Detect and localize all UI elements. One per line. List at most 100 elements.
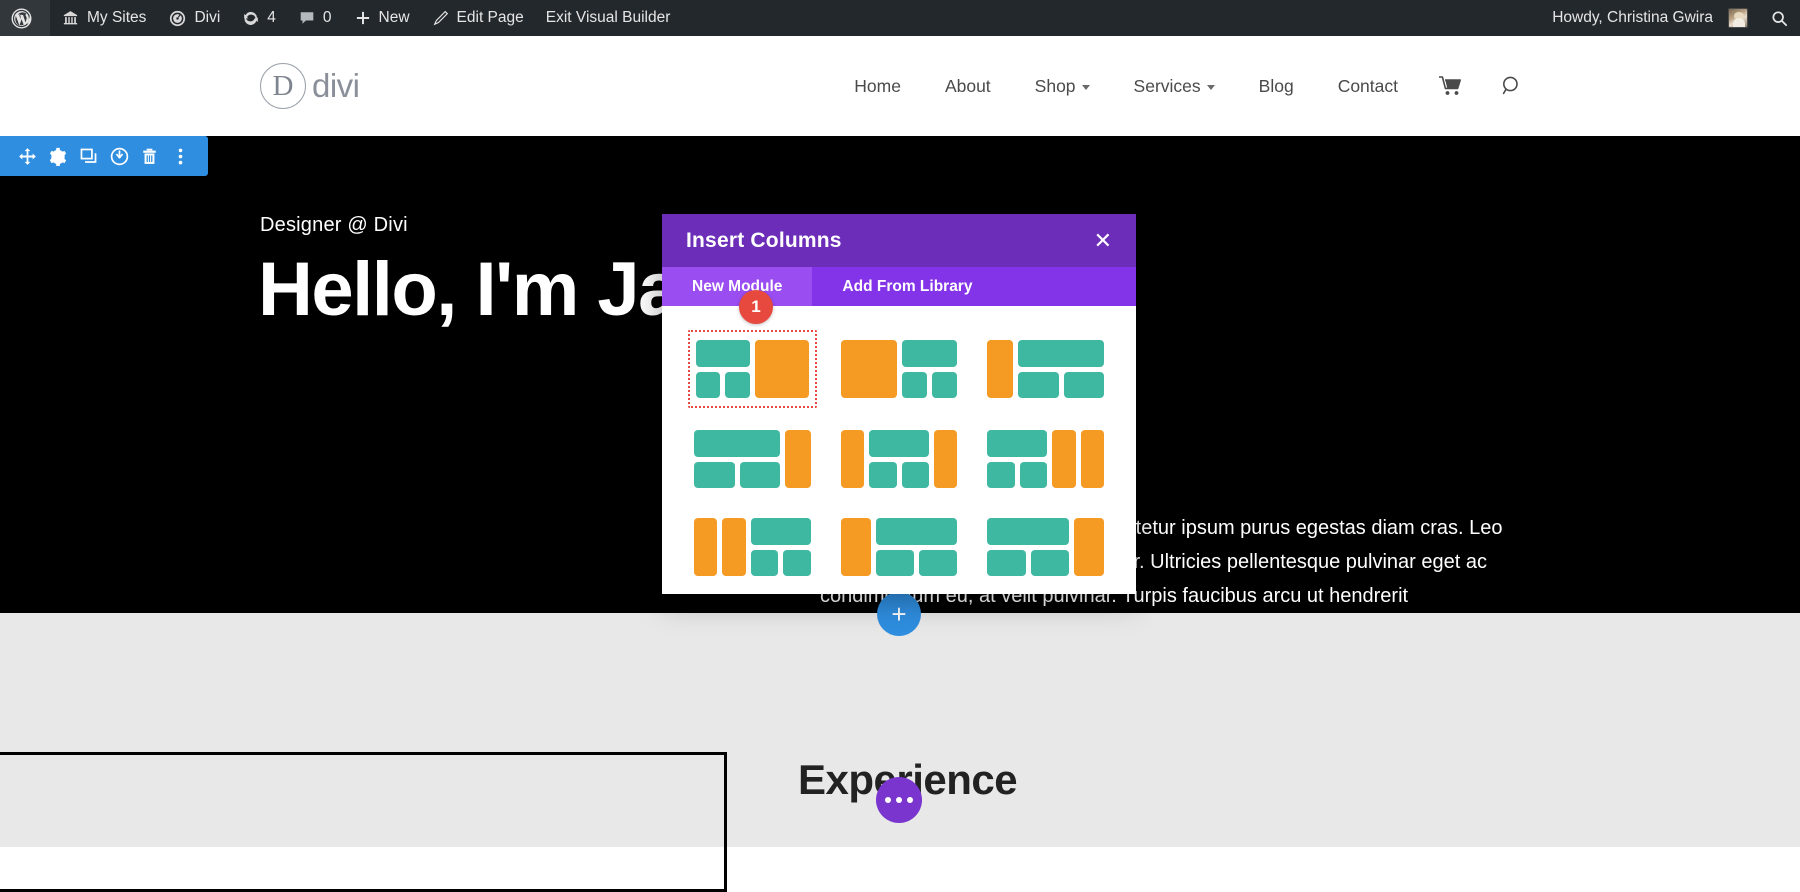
column-layout-option-7[interactable]	[688, 510, 817, 584]
content-outline-box	[0, 752, 727, 892]
updates-icon	[242, 9, 260, 27]
layout-row	[876, 550, 957, 577]
tab-add-from-library[interactable]: Add From Library	[812, 267, 1002, 306]
admin-bar-left-group: My Sites Divi 4 0 New	[0, 0, 681, 36]
layout-block-teal	[902, 372, 927, 399]
adminbar-item-updates[interactable]: 4	[231, 0, 287, 36]
row-settings-button[interactable]	[876, 777, 922, 823]
nav-item-contact[interactable]: Contact	[1316, 66, 1420, 106]
column-layout-option-9[interactable]	[981, 510, 1110, 584]
disable-icon[interactable]	[106, 143, 132, 169]
layout-block-teal	[902, 462, 930, 489]
divi-logo-mark: D	[260, 63, 306, 109]
adminbar-item-my-sites[interactable]: My Sites	[50, 0, 157, 36]
layout-preview	[987, 518, 1104, 576]
header-search-icon[interactable]	[1482, 74, 1542, 98]
layout-preview	[841, 340, 958, 398]
nav-label-blog: Blog	[1259, 76, 1294, 97]
adminbar-label-edit-page: Edit Page	[457, 9, 524, 27]
layout-block-orange	[1052, 430, 1075, 488]
tab-label-add-from-library: Add From Library	[842, 278, 972, 296]
nav-item-home[interactable]: Home	[832, 66, 923, 106]
cart-icon[interactable]	[1420, 75, 1482, 97]
layout-block-teal	[696, 340, 750, 367]
layout-block-teal	[987, 430, 1047, 457]
adminbar-search-button[interactable]	[1759, 0, 1800, 36]
layout-col	[987, 518, 1068, 576]
layout-block-teal	[1031, 550, 1069, 577]
layout-block-teal	[1018, 340, 1104, 367]
column-layout-option-8[interactable]	[835, 510, 964, 584]
layout-block-orange	[755, 340, 809, 398]
adminbar-item-edit-page[interactable]: Edit Page	[421, 0, 535, 36]
nav-label-contact: Contact	[1338, 76, 1398, 97]
move-handle-icon[interactable]	[14, 143, 40, 169]
layout-col	[987, 430, 1047, 488]
column-layout-option-4[interactable]	[688, 422, 817, 496]
nav-label-shop: Shop	[1035, 76, 1076, 97]
settings-gear-icon[interactable]	[45, 143, 71, 169]
layout-block-teal	[696, 372, 720, 399]
modal-tabs: New Module Add From Library	[662, 267, 1136, 306]
adminbar-label-comments-count: 0	[323, 9, 332, 27]
layout-block-teal	[869, 462, 897, 489]
column-layout-option-6[interactable]	[981, 422, 1110, 496]
adminbar-item-new[interactable]: New	[343, 0, 421, 36]
column-layout-option-3[interactable]	[981, 330, 1110, 408]
layout-col	[841, 430, 864, 488]
layout-block-teal	[1018, 372, 1059, 399]
dot-icon	[907, 797, 913, 803]
adminbar-item-comments[interactable]: 0	[287, 0, 343, 36]
adminbar-item-wordpress[interactable]	[0, 0, 50, 36]
layout-block-teal	[869, 430, 929, 457]
layout-block-orange	[841, 430, 864, 488]
modal-body: 1	[662, 306, 1136, 594]
column-layout-option-2[interactable]	[835, 330, 964, 408]
column-layout-option-5[interactable]	[835, 422, 964, 496]
add-row-button[interactable]: +	[877, 592, 921, 636]
layout-block-orange	[694, 518, 717, 576]
sites-icon	[61, 9, 80, 28]
layout-col	[694, 518, 717, 576]
adminbar-item-howdy[interactable]: Howdy, Christina Gwira	[1541, 0, 1759, 36]
layout-block-teal	[919, 550, 957, 577]
tab-new-module[interactable]: New Module	[662, 267, 812, 306]
layout-row	[1018, 372, 1104, 399]
tab-label-new-module: New Module	[692, 278, 782, 296]
layout-block-orange	[1074, 518, 1104, 576]
column-layout-option-1[interactable]	[688, 330, 817, 408]
layout-col	[841, 340, 897, 398]
layout-row	[902, 372, 958, 399]
delete-icon[interactable]	[137, 143, 163, 169]
divi-logo-text: divi	[312, 67, 360, 105]
main-navigation: Home About Shop Services Blog Contact	[832, 66, 1542, 106]
more-options-icon[interactable]	[168, 143, 194, 169]
layout-block-orange	[1081, 430, 1104, 488]
layout-block-teal	[694, 462, 735, 489]
dot-icon	[896, 797, 902, 803]
layout-block-teal	[987, 518, 1068, 545]
adminbar-item-exit-visual-builder[interactable]: Exit Visual Builder	[535, 0, 682, 36]
insert-columns-modal: Insert Columns ✕ New Module Add From Lib…	[662, 214, 1136, 594]
chevron-down-icon	[1207, 85, 1215, 90]
adminbar-label-divi: Divi	[194, 9, 220, 27]
nav-item-services[interactable]: Services	[1112, 66, 1237, 106]
adminbar-item-divi[interactable]: Divi	[157, 0, 231, 36]
duplicate-icon[interactable]	[76, 143, 102, 169]
nav-item-about[interactable]: About	[923, 66, 1013, 106]
layout-row	[696, 372, 750, 399]
nav-item-blog[interactable]: Blog	[1237, 66, 1316, 106]
layout-block-teal	[694, 430, 780, 457]
close-icon[interactable]: ✕	[1094, 230, 1112, 252]
admin-bar-right-group: Howdy, Christina Gwira	[1541, 0, 1800, 36]
layout-block-teal	[932, 372, 957, 399]
layout-block-orange	[722, 518, 745, 576]
layout-block-orange	[841, 518, 871, 576]
layout-block-teal	[783, 550, 811, 577]
layout-row	[987, 462, 1047, 489]
layout-col	[1018, 340, 1104, 398]
nav-label-about: About	[945, 76, 991, 97]
site-logo[interactable]: D divi	[260, 63, 360, 109]
section-toolbar	[0, 136, 208, 176]
nav-item-shop[interactable]: Shop	[1013, 66, 1112, 106]
